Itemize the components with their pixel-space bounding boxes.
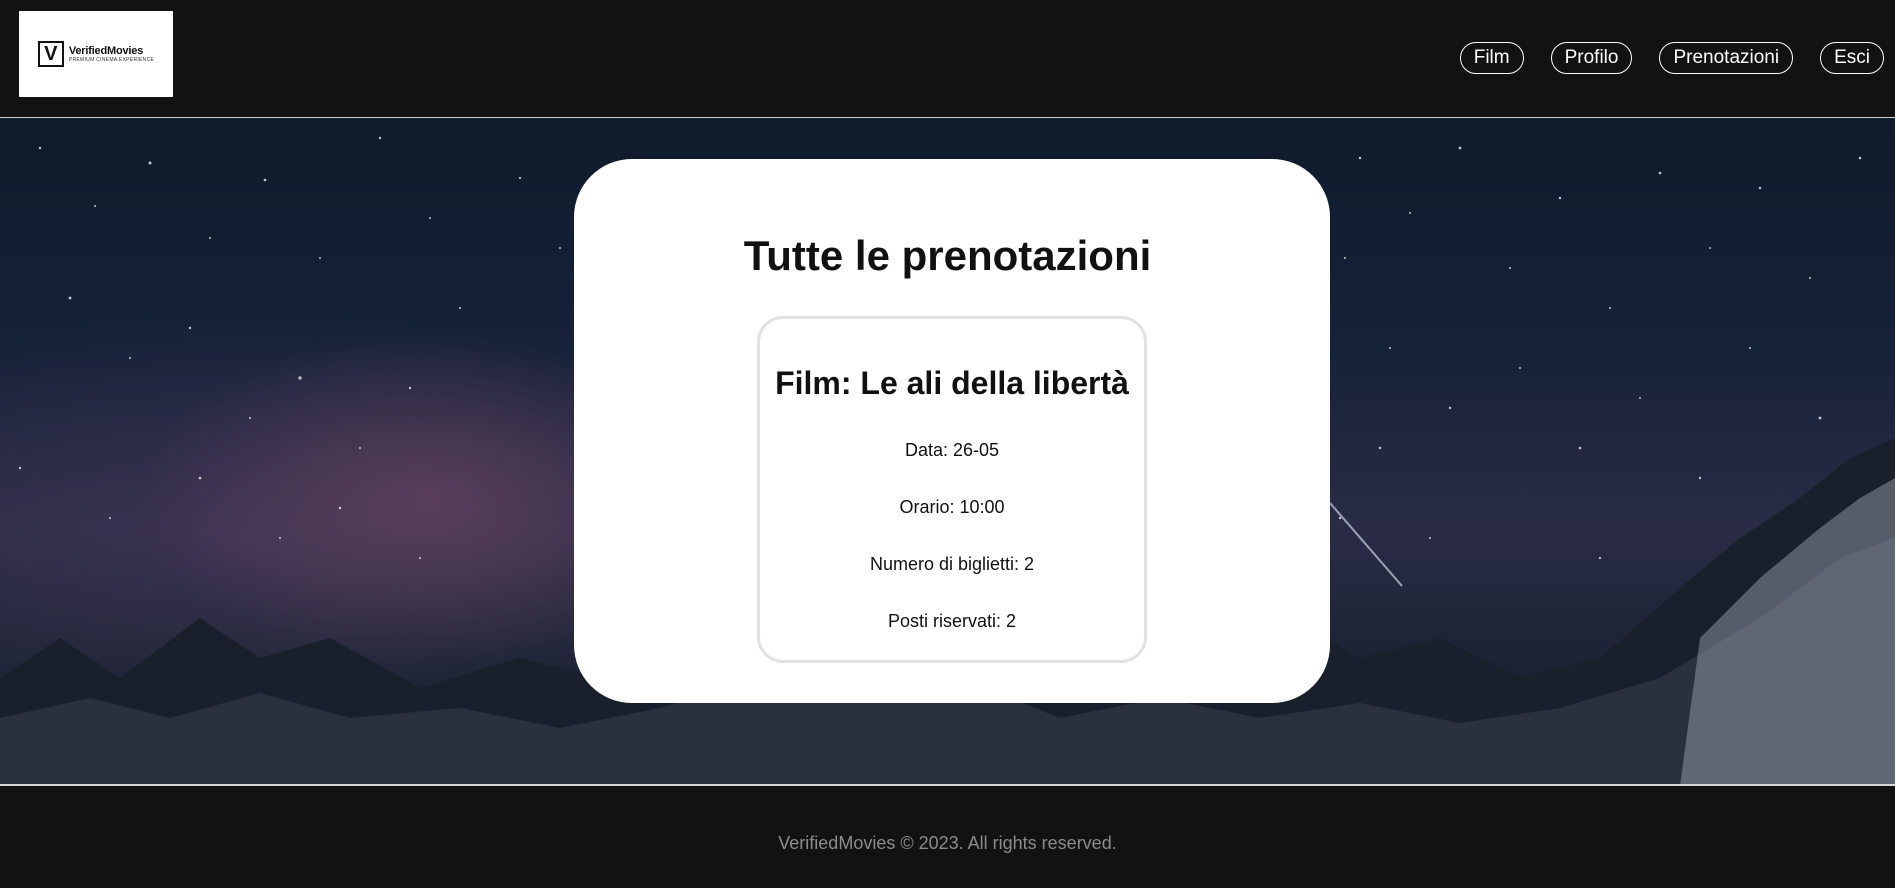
booking-seats: Posti riservati: 2 [887,611,1017,631]
logo-tagline: PREMIUM CINEMA EXPERIENCE [68,56,155,63]
logo-name: VerifiedMovies [68,44,144,57]
nav-prenotazioni-button[interactable]: Prenotazioni [1659,42,1794,74]
nav-film-button[interactable]: Film [1459,42,1524,74]
booking-film-title: Film: Le ali della libertà [775,365,1129,401]
booking-time: Orario: 10:00 [899,497,1005,517]
logo-mark-icon: V [37,41,64,67]
footer-copyright: VerifiedMovies © 2023. All rights reserv… [778,833,1117,853]
booking-date: Data: 26-05 [904,440,1000,460]
booking-tickets: Numero di biglietti: 2 [869,554,1035,574]
site-header: V VerifiedMovies PREMIUM CINEMA EXPERIEN… [0,0,1895,118]
brand-logo[interactable]: V VerifiedMovies PREMIUM CINEMA EXPERIEN… [19,11,173,97]
nav-esci-button[interactable]: Esci [1820,42,1884,74]
nav-profilo-button[interactable]: Profilo [1550,42,1633,74]
booking-item: Film: Le ali della libertà Data: 26-05 O… [757,316,1147,663]
main-nav: Film Profilo Prenotazioni Esci [1459,42,1884,74]
page-title: Tutte le prenotazioni [743,232,1152,279]
logo-text: VerifiedMovies PREMIUM CINEMA EXPERIENCE [69,45,154,64]
